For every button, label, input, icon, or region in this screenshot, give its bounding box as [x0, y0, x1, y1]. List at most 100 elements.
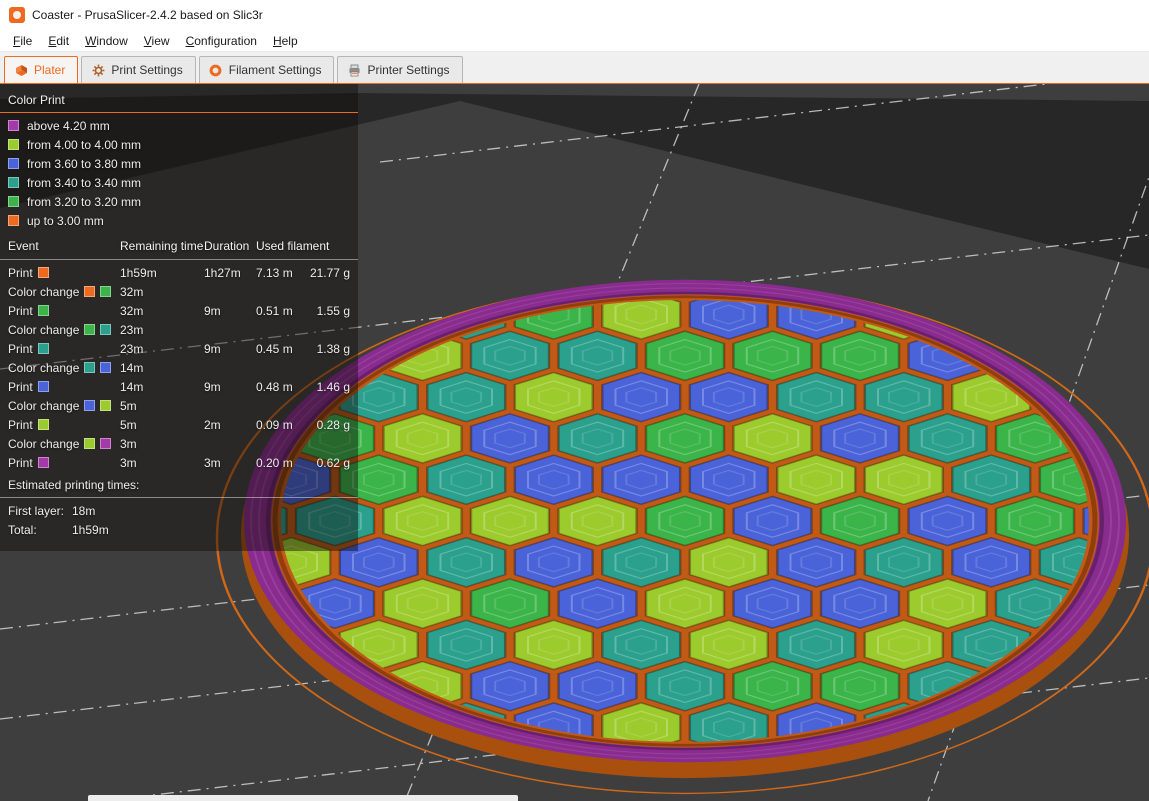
duration-cell: 3m	[204, 455, 221, 470]
tab-label: Filament Settings	[228, 63, 322, 77]
legend-title: Color Print	[8, 93, 65, 107]
color-swatch	[8, 139, 19, 150]
event-label: Print	[8, 265, 33, 280]
col-header-remaining-time: Remaining time	[120, 239, 204, 253]
viewport-3d[interactable]: Color Print above 4.20 mm from 4.00 to 4.…	[0, 84, 1149, 801]
menu-item-window[interactable]: Window	[77, 31, 136, 51]
gear-icon	[91, 63, 105, 77]
event-row: Print 32m 9m 0.51 m 1.55 g	[8, 301, 352, 320]
first-layer-time-row: First layer: 18m	[8, 501, 352, 520]
title-bar: Coaster - PrusaSlicer-2.4.2 based on Sli…	[0, 0, 1149, 30]
duration-cell: 1h27m	[204, 265, 241, 280]
tab-label: Plater	[34, 63, 66, 77]
tab-printer-settings[interactable]: Printer Settings	[337, 56, 463, 83]
remaining-cell: 3m	[120, 455, 137, 470]
remaining-cell: 1h59m	[120, 265, 157, 280]
tab-label: Print Settings	[111, 63, 183, 77]
color-swatch	[100, 286, 112, 297]
window-title: Coaster - PrusaSlicer-2.4.2 based on Sli…	[32, 8, 263, 22]
range-label: from 4.00 to 4.00 mm	[27, 137, 142, 152]
app-window: Coaster - PrusaSlicer-2.4.2 based on Sli…	[0, 0, 1149, 801]
color-swatch	[8, 120, 19, 131]
color-swatch	[37, 457, 49, 468]
color-print-legend: Color Print above 4.20 mm from 4.00 to 4.…	[0, 84, 358, 551]
color-swatch	[8, 158, 19, 169]
event-label: Color change	[8, 322, 80, 337]
color-swatch	[37, 343, 49, 354]
event-row: Print 3m 3m 0.20 m 0.62 g	[8, 453, 352, 472]
used-filament-g-cell: 0.28 g	[316, 417, 350, 432]
event-label: Print	[8, 341, 33, 356]
tab-bar: Plater Print Settings Filament Settings Pri…	[0, 52, 1149, 84]
total-label: Total:	[8, 522, 37, 537]
used-filament-m-cell: 0.20 m	[256, 455, 293, 470]
event-row: Print 14m 9m 0.48 m 1.46 g	[8, 377, 352, 396]
event-row: Print 1h59m 1h27m 7.13 m 21.77 g	[8, 263, 352, 282]
event-cell: Print	[8, 456, 120, 470]
event-label: Print	[8, 303, 33, 318]
color-swatch	[8, 177, 19, 188]
color-swatch	[84, 286, 96, 297]
range-label: from 3.20 to 3.20 mm	[27, 194, 142, 209]
color-swatch	[8, 196, 19, 207]
event-label: Color change	[8, 436, 80, 451]
color-swatch	[8, 215, 19, 226]
event-row: Color change 14m	[8, 358, 352, 377]
event-cell: Print	[8, 418, 120, 432]
menu-item-view[interactable]: View	[136, 31, 178, 51]
event-row: Color change 3m	[8, 434, 352, 453]
legend-range-row: from 3.20 to 3.20 mm	[8, 192, 352, 211]
event-label: Print	[8, 455, 33, 470]
legend-range-row: up to 3.00 mm	[8, 211, 352, 230]
range-label: up to 3.00 mm	[27, 213, 104, 228]
col-header-event: Event	[8, 239, 39, 253]
first-layer-label: First layer:	[8, 503, 65, 518]
used-filament-m-cell: 0.09 m	[256, 417, 293, 432]
tab-filament-settings[interactable]: Filament Settings	[198, 56, 335, 83]
remaining-cell: 5m	[120, 398, 137, 413]
spool-icon	[209, 63, 223, 77]
used-filament-g-cell: 1.55 g	[316, 303, 350, 318]
event-row: Print 5m 2m 0.09 m 0.28 g	[8, 415, 352, 434]
color-swatch	[37, 419, 49, 430]
menu-bar: File Edit Window View Configuration Help	[0, 30, 1149, 52]
color-swatch	[100, 324, 112, 335]
event-table-rows: Print 1h59m 1h27m 7.13 m 21.77 g Color change…	[8, 263, 352, 472]
tab-plater[interactable]: Plater	[4, 56, 79, 83]
legend-range-row: from 3.40 to 3.40 mm	[8, 173, 352, 192]
menu-item-configuration[interactable]: Configuration	[178, 31, 265, 51]
remaining-cell: 3m	[120, 436, 137, 451]
event-label: Color change	[8, 360, 80, 375]
color-swatch	[100, 400, 112, 411]
used-filament-m-cell: 0.51 m	[256, 303, 293, 318]
used-filament-m-cell: 7.13 m	[256, 265, 293, 280]
tab-label: Printer Settings	[367, 63, 450, 77]
event-row: Color change 5m	[8, 396, 352, 415]
event-cell: Print	[8, 304, 120, 318]
event-cell: Print	[8, 380, 120, 394]
event-label: Print	[8, 379, 33, 394]
menu-item-help[interactable]: Help	[265, 31, 306, 51]
duration-cell: 9m	[204, 341, 221, 356]
used-filament-g-cell: 1.38 g	[316, 341, 350, 356]
event-cell: Color change	[8, 285, 120, 299]
event-cell: Color change	[8, 437, 120, 451]
tab-print-settings[interactable]: Print Settings	[81, 56, 196, 83]
plater-icon	[14, 63, 28, 77]
range-label: from 3.40 to 3.40 mm	[27, 175, 142, 190]
color-swatch	[37, 381, 49, 392]
event-cell: Color change	[8, 399, 120, 413]
remaining-cell: 14m	[120, 379, 144, 394]
used-filament-m-cell: 0.48 m	[256, 379, 293, 394]
color-swatch	[37, 267, 49, 278]
remaining-cell: 14m	[120, 360, 144, 375]
legend-title-divider	[0, 112, 358, 113]
bottom-toolbar-strip	[88, 795, 518, 801]
menu-item-file[interactable]: File	[5, 31, 40, 51]
remaining-cell: 32m	[120, 284, 144, 299]
color-swatch	[100, 438, 112, 449]
legend-ranges: above 4.20 mm from 4.00 to 4.00 mm from 3.…	[8, 116, 352, 230]
event-row: Print 23m 9m 0.45 m 1.38 g	[8, 339, 352, 358]
duration-cell: 9m	[204, 303, 221, 318]
menu-item-edit[interactable]: Edit	[40, 31, 77, 51]
